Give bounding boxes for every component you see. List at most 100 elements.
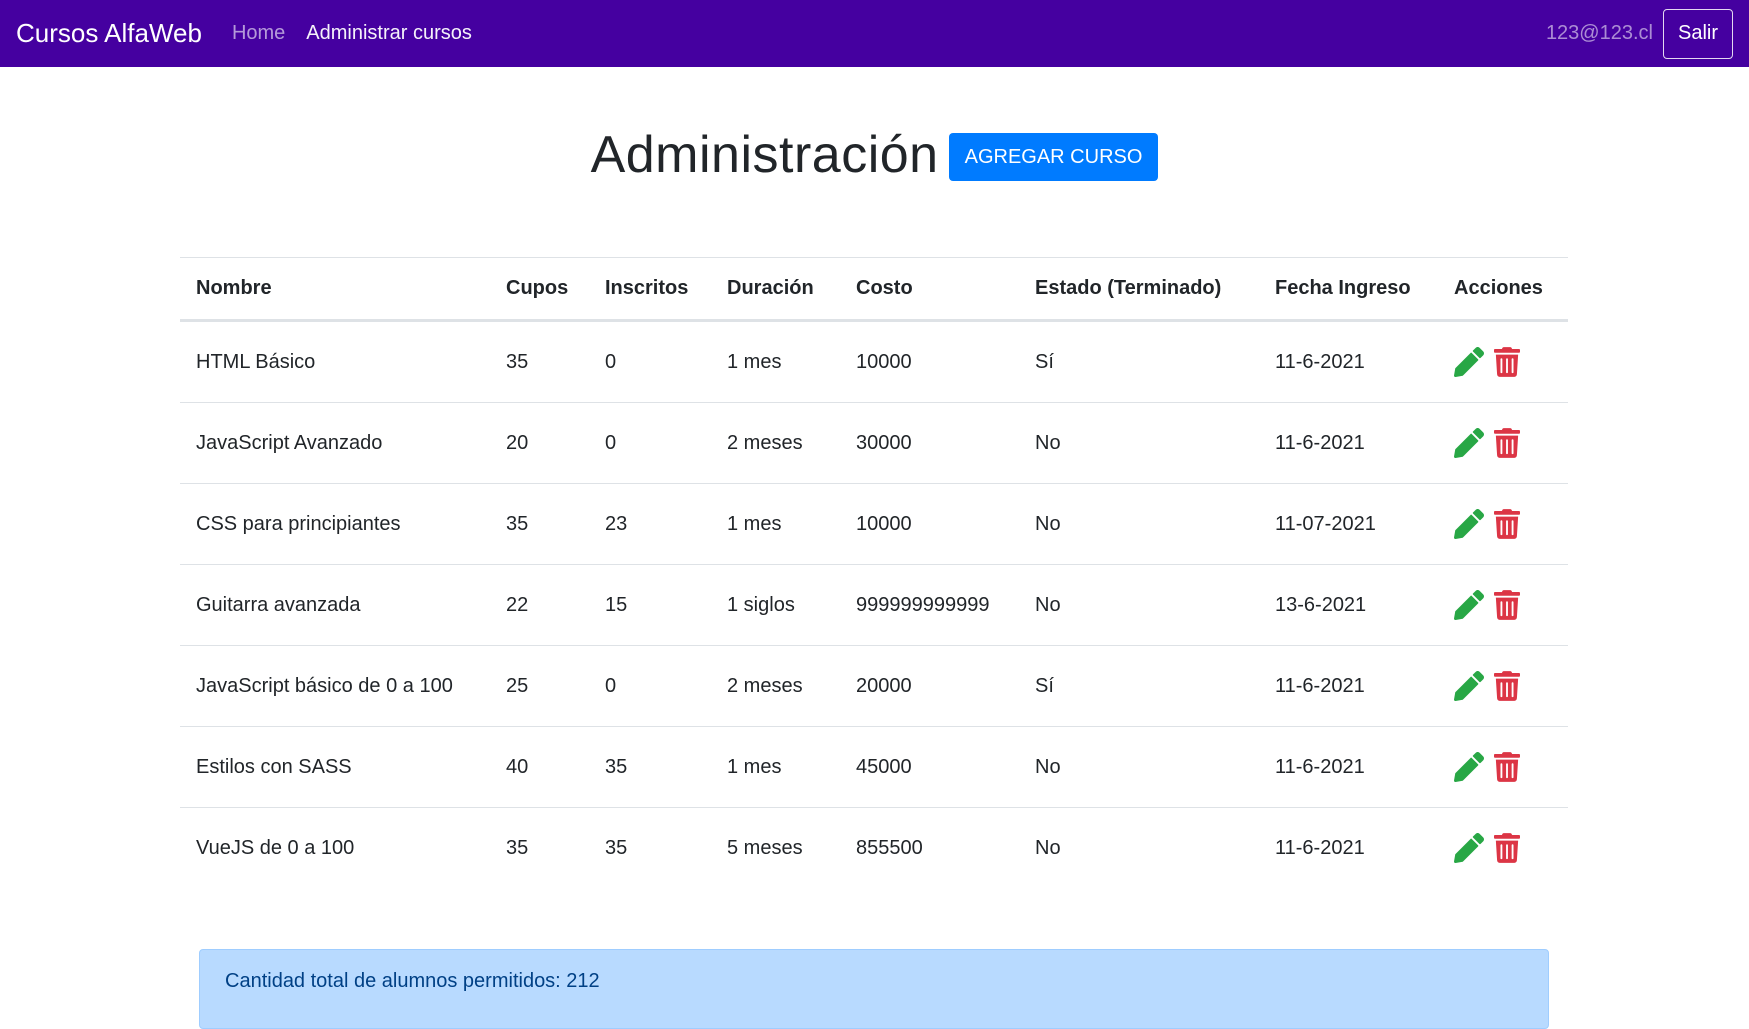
column-header-fecha: Fecha Ingreso <box>1259 257 1438 322</box>
row-actions <box>1454 509 1552 540</box>
cell-duracion: 1 mes <box>711 320 840 403</box>
column-header-inscritos: Inscritos <box>589 257 711 322</box>
trash-icon[interactable] <box>1494 590 1524 620</box>
cell-acciones <box>1438 483 1568 565</box>
table-row: JavaScript Avanzado 20 0 2 meses 30000 No 11-6… <box>180 402 1568 484</box>
add-course-button[interactable]: AGREGAR CURSO <box>948 133 1159 181</box>
table-row: JavaScript básico de 0 a 100 25 0 2 meses 20… <box>180 645 1568 727</box>
cell-estado: No <box>1019 726 1259 808</box>
courses-table: Nombre Cupos Inscritos Duración Costo Es… <box>180 257 1568 888</box>
cell-nombre: VueJS de 0 a 100 <box>196 836 355 859</box>
table-header: Nombre Cupos Inscritos Duración Costo Es… <box>180 257 1568 322</box>
navbar-user-area: 123@123.cl Salir <box>1545 8 1733 59</box>
cell-fecha: 11-6-2021 <box>1275 836 1365 859</box>
pencil-icon[interactable] <box>1454 671 1484 702</box>
cell-costo: 45000 <box>840 726 1019 808</box>
column-header-cupos: Cupos <box>490 257 589 322</box>
table-row: Estilos con SASS 40 35 1 mes 45000 No 11-6-202… <box>180 726 1568 808</box>
page-header: Administración AGREGAR CURSO <box>0 125 1749 185</box>
cell-estado: No <box>1019 564 1259 646</box>
trash-icon[interactable] <box>1494 752 1524 782</box>
cell-inscritos: 23 <box>589 483 711 565</box>
table-row: VueJS de 0 a 100 35 35 5 meses 855500 No 11-6-… <box>180 808 1568 889</box>
cell-inscritos: 0 <box>589 402 711 484</box>
row-actions <box>1454 347 1552 378</box>
logout-button[interactable]: Salir <box>1662 8 1733 59</box>
table-body: HTML Básico 35 0 1 mes 10000 Sí 11-6-2021 JavaS… <box>180 320 1568 889</box>
cell-estado: No <box>1019 402 1259 484</box>
cell-costo: 10000 <box>840 320 1019 403</box>
cell-costo: 10000 <box>840 483 1019 565</box>
cell-duracion: 5 meses <box>727 836 803 859</box>
cell-acciones <box>1438 726 1568 808</box>
courses-table-container: Nombre Cupos Inscritos Duración Costo Es… <box>180 257 1568 888</box>
pencil-icon[interactable] <box>1454 752 1484 783</box>
cell-estado: No <box>1035 836 1061 859</box>
cell-cupos: 22 <box>490 564 589 646</box>
cell-cupos: 35 <box>490 320 589 403</box>
nav-link-home[interactable]: Home <box>232 22 285 45</box>
user-email: 123@123.cl <box>1545 22 1653 44</box>
pencil-icon[interactable] <box>1454 428 1484 459</box>
cell-fecha: 11-6-2021 <box>1259 726 1438 808</box>
total-students-alert: Cantidad total de alumnos permitidos: 21… <box>199 949 1549 1029</box>
brand-logo[interactable]: Cursos AlfaWeb <box>16 18 202 49</box>
trash-icon[interactable] <box>1494 428 1524 458</box>
trash-icon[interactable] <box>1494 347 1524 377</box>
column-header-duracion: Duración <box>711 257 840 322</box>
cell-nombre: JavaScript básico de 0 a 100 <box>180 645 490 727</box>
column-header-acciones: Acciones <box>1438 257 1568 322</box>
cell-acciones <box>1438 402 1568 484</box>
cell-duracion: 1 siglos <box>711 564 840 646</box>
cell-acciones <box>1438 320 1568 403</box>
pencil-icon[interactable] <box>1454 509 1484 540</box>
cell-estado: Sí <box>1019 320 1259 403</box>
cell-fecha: 11-07-2021 <box>1259 483 1438 565</box>
trash-icon[interactable] <box>1494 509 1524 539</box>
cell-costo: 855500 <box>856 836 923 859</box>
cell-cupos: 40 <box>490 726 589 808</box>
cell-inscritos: 35 <box>605 836 628 859</box>
total-students-text: Cantidad total de alumnos permitidos: 21… <box>225 970 600 992</box>
cell-fecha: 11-6-2021 <box>1259 320 1438 403</box>
cell-nombre: CSS para principiantes <box>180 483 490 565</box>
cell-duracion: 1 mes <box>711 726 840 808</box>
table-row: HTML Básico 35 0 1 mes 10000 Sí 11-6-2021 <box>180 320 1568 403</box>
trash-icon[interactable] <box>1494 671 1524 701</box>
cell-costo: 999999999999 <box>840 564 1019 646</box>
cell-inscritos: 0 <box>589 320 711 403</box>
cell-duracion: 1 mes <box>711 483 840 565</box>
row-actions <box>1454 752 1552 783</box>
navbar: Cursos AlfaWeb Home Administrar cursos 1… <box>0 0 1749 67</box>
trash-icon[interactable] <box>1494 833 1524 863</box>
row-actions <box>1454 833 1552 864</box>
cell-nombre: Estilos con SASS <box>180 726 490 808</box>
table-row: Guitarra avanzada 22 15 1 siglos 99999999999… <box>180 564 1568 646</box>
cell-duracion: 2 meses <box>711 402 840 484</box>
row-actions <box>1454 671 1552 702</box>
table-row: CSS para principiantes 35 23 1 mes 10000 No 11… <box>180 483 1568 565</box>
cell-costo: 30000 <box>840 402 1019 484</box>
cell-acciones <box>1438 808 1568 889</box>
cell-estado: Sí <box>1019 645 1259 727</box>
row-actions <box>1454 428 1552 459</box>
cell-cupos: 20 <box>490 402 589 484</box>
table-header-row: Nombre Cupos Inscritos Duración Costo Es… <box>180 257 1568 322</box>
pencil-icon[interactable] <box>1454 590 1484 621</box>
cell-acciones <box>1438 564 1568 646</box>
cell-cupos: 25 <box>490 645 589 727</box>
cell-acciones <box>1438 645 1568 727</box>
pencil-icon[interactable] <box>1454 833 1484 864</box>
cell-fecha: 11-6-2021 <box>1259 402 1438 484</box>
nav-link-administrar-cursos[interactable]: Administrar cursos <box>306 22 472 45</box>
cell-fecha: 13-6-2021 <box>1259 564 1438 646</box>
cell-fecha: 11-6-2021 <box>1259 645 1438 727</box>
column-header-nombre: Nombre <box>180 257 490 322</box>
pencil-icon[interactable] <box>1454 347 1484 378</box>
cell-estado: No <box>1019 483 1259 565</box>
cell-cupos: 35 <box>490 483 589 565</box>
cell-inscritos: 35 <box>589 726 711 808</box>
cell-duracion: 2 meses <box>711 645 840 727</box>
cell-inscritos: 0 <box>589 645 711 727</box>
cell-costo: 20000 <box>840 645 1019 727</box>
